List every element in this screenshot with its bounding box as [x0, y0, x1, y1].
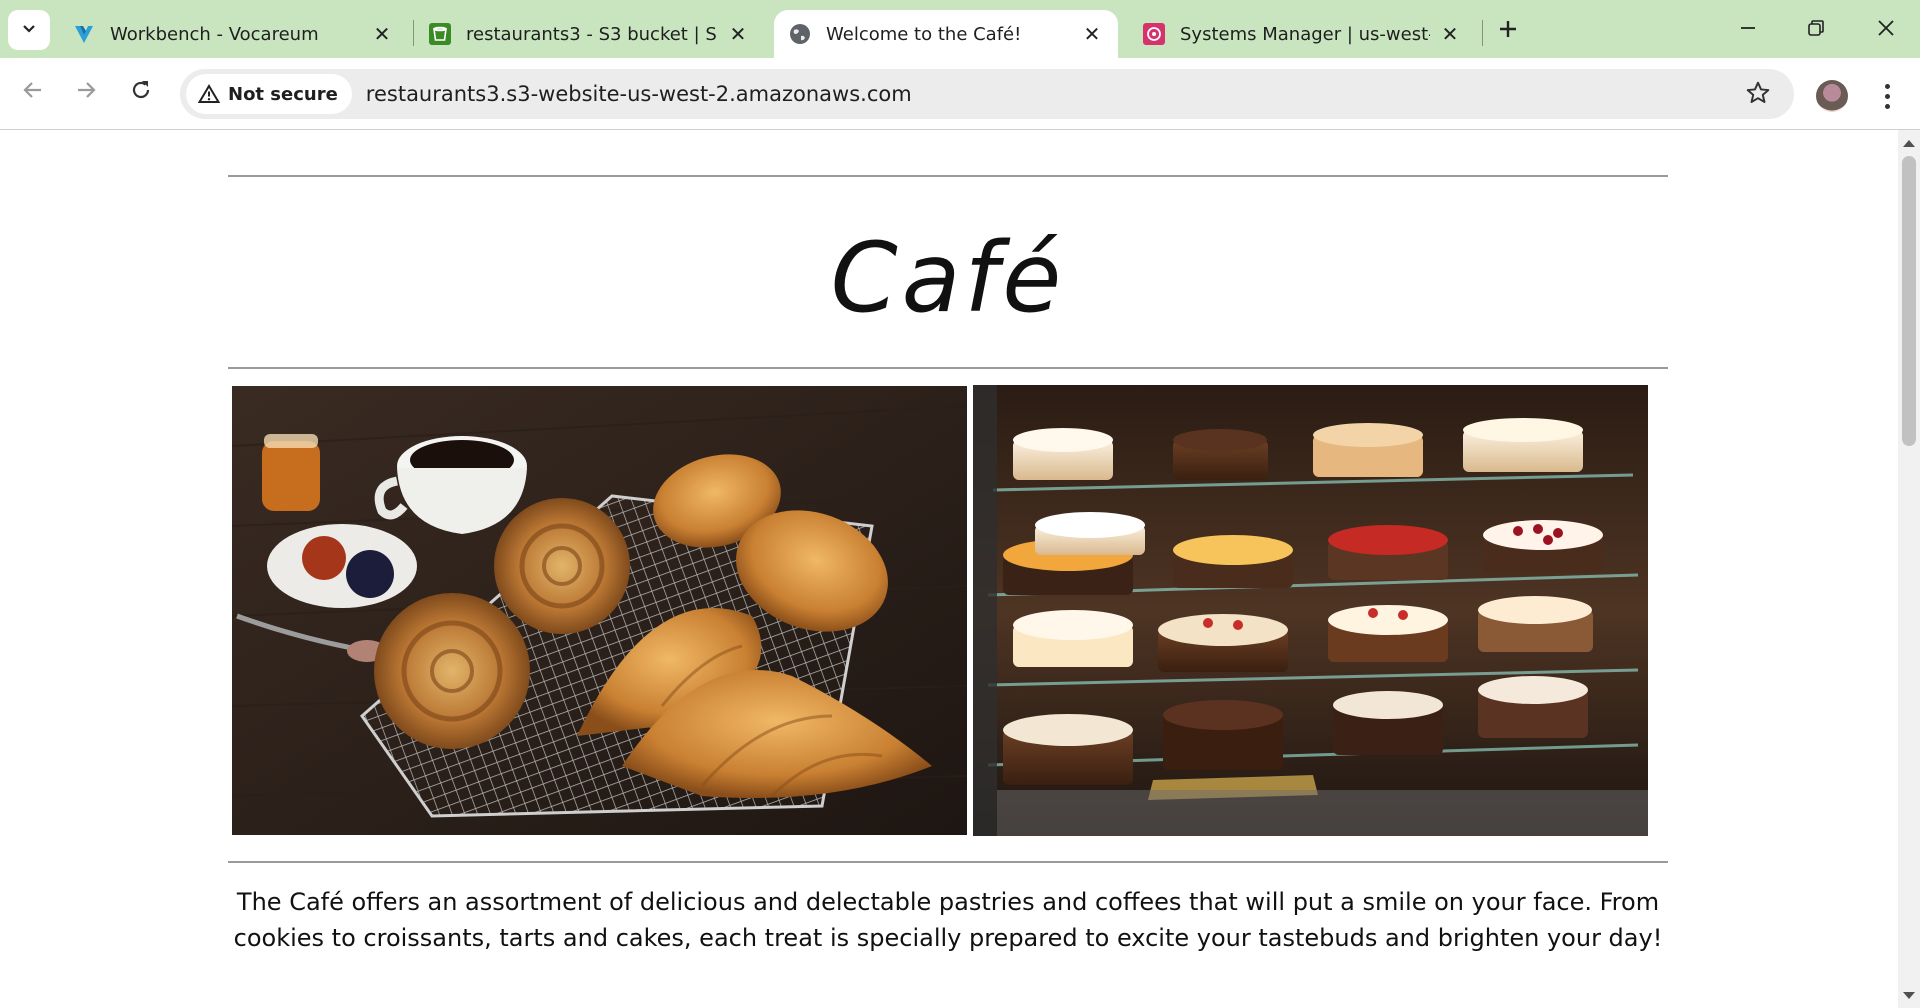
- tab-s3-bucket[interactable]: restaurants3 - S3 bucket | S3 | u ✕: [414, 10, 764, 58]
- tab-search-button[interactable]: [8, 10, 50, 50]
- close-icon[interactable]: ✕: [370, 22, 394, 46]
- scrollbar-thumb[interactable]: [1902, 156, 1916, 446]
- close-icon[interactable]: ✕: [1080, 22, 1104, 46]
- tab-workbench[interactable]: Workbench - Vocareum ✕: [58, 10, 408, 58]
- warning-triangle-icon: [198, 84, 220, 104]
- star-icon: [1745, 80, 1771, 110]
- tab-strip: Workbench - Vocareum ✕ restaurants3 - S3…: [0, 0, 1920, 58]
- browser-toolbar: Not secure restaurants3.s3-website-us-we…: [0, 58, 1920, 130]
- browser-menu-button[interactable]: [1872, 76, 1902, 116]
- s3-bucket-icon: [428, 22, 452, 46]
- url-text[interactable]: restaurants3.s3-website-us-west-2.amazon…: [366, 82, 912, 106]
- page-title: Café: [830, 222, 1066, 334]
- tab-title: restaurants3 - S3 bucket | S3 | u: [466, 23, 718, 45]
- close-icon: [1876, 18, 1896, 42]
- plus-icon: [1497, 13, 1519, 48]
- page-scrollbar[interactable]: [1898, 130, 1920, 1008]
- divider-top: [228, 175, 1668, 177]
- back-button[interactable]: [13, 72, 53, 112]
- cafe-description: The Café offers an assortment of delicio…: [233, 888, 1663, 952]
- minimize-icon: [1739, 19, 1757, 41]
- systems-manager-icon: [1142, 22, 1166, 46]
- divider-below-photos: [228, 861, 1668, 863]
- scroll-down-icon[interactable]: [1903, 992, 1915, 999]
- tab-title: Workbench - Vocareum: [110, 23, 319, 45]
- restore-icon: [1807, 19, 1825, 41]
- tab-cafe[interactable]: Welcome to the Café! ✕: [774, 10, 1118, 58]
- arrow-right-icon: [74, 78, 98, 106]
- page-viewport: Café The Café offers an assortment of de…: [0, 130, 1898, 1008]
- bookmark-button[interactable]: [1744, 81, 1772, 109]
- tab-title: Systems Manager | us-west-2: [1180, 23, 1430, 45]
- reload-icon: [129, 78, 153, 106]
- arrow-left-icon: [21, 78, 45, 106]
- address-bar[interactable]: Not secure restaurants3.s3-website-us-we…: [180, 69, 1794, 119]
- scroll-up-icon[interactable]: [1903, 140, 1915, 147]
- vocareum-v-icon: [72, 22, 96, 46]
- cake-display-photo: [973, 385, 1648, 836]
- restore-button[interactable]: [1786, 8, 1846, 52]
- reload-button[interactable]: [121, 72, 161, 112]
- dot: [1884, 93, 1890, 99]
- tab-systems-manager[interactable]: Systems Manager | us-west-2 ✕: [1128, 10, 1476, 58]
- tab-divider: [1482, 20, 1483, 46]
- close-icon[interactable]: ✕: [726, 22, 750, 46]
- minimize-button[interactable]: [1718, 8, 1778, 52]
- new-tab-button[interactable]: [1492, 14, 1524, 46]
- close-window-button[interactable]: [1856, 8, 1916, 52]
- chevron-down-icon: [21, 20, 37, 40]
- dot: [1884, 83, 1890, 89]
- close-icon[interactable]: ✕: [1438, 22, 1462, 46]
- forward-button[interactable]: [66, 72, 106, 112]
- globe-icon: [788, 22, 812, 46]
- security-label: Not secure: [228, 83, 338, 105]
- pastries-photo: [232, 386, 967, 835]
- divider-below-title: [228, 367, 1668, 369]
- profile-avatar[interactable]: [1816, 80, 1848, 112]
- dot: [1884, 103, 1890, 109]
- site-security-chip[interactable]: Not secure: [186, 74, 352, 114]
- tab-title: Welcome to the Café!: [826, 23, 1022, 45]
